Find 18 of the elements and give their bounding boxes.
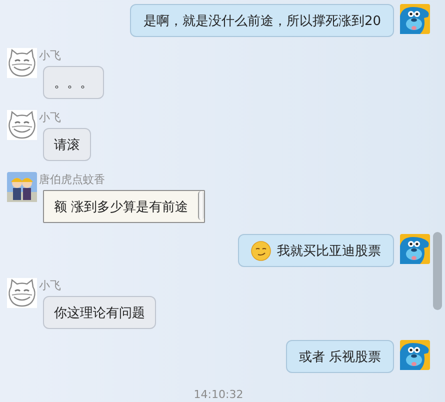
sender-name: 小飞 — [39, 278, 61, 294]
message-bubble: 。。。 — [43, 66, 104, 99]
sender-name: 唐伯虎点蚊香 — [39, 172, 105, 188]
message-bubble: 我就买比亚迪股票 — [238, 234, 394, 267]
timestamp: 14:10:32 — [194, 388, 244, 401]
sender-name: 小飞 — [39, 48, 61, 64]
avatar[interactable] — [400, 4, 430, 34]
message-bubble: 你这理论有问题 — [43, 296, 156, 329]
avatar[interactable] — [400, 234, 430, 264]
message-bubble: 是啊，就是没什么前途，所以撑死涨到20 — [130, 4, 394, 37]
sender-name: 小飞 — [39, 110, 61, 126]
smiley-icon — [251, 240, 271, 260]
message-bubble: 额 涨到多少算是有前途 — [43, 190, 206, 223]
avatar[interactable] — [7, 172, 37, 202]
message-bubble: 请滚 — [43, 128, 91, 161]
avatar[interactable] — [400, 340, 430, 370]
message-bubble: 或者 乐视股票 — [286, 340, 394, 373]
scrollbar[interactable] — [433, 232, 442, 310]
